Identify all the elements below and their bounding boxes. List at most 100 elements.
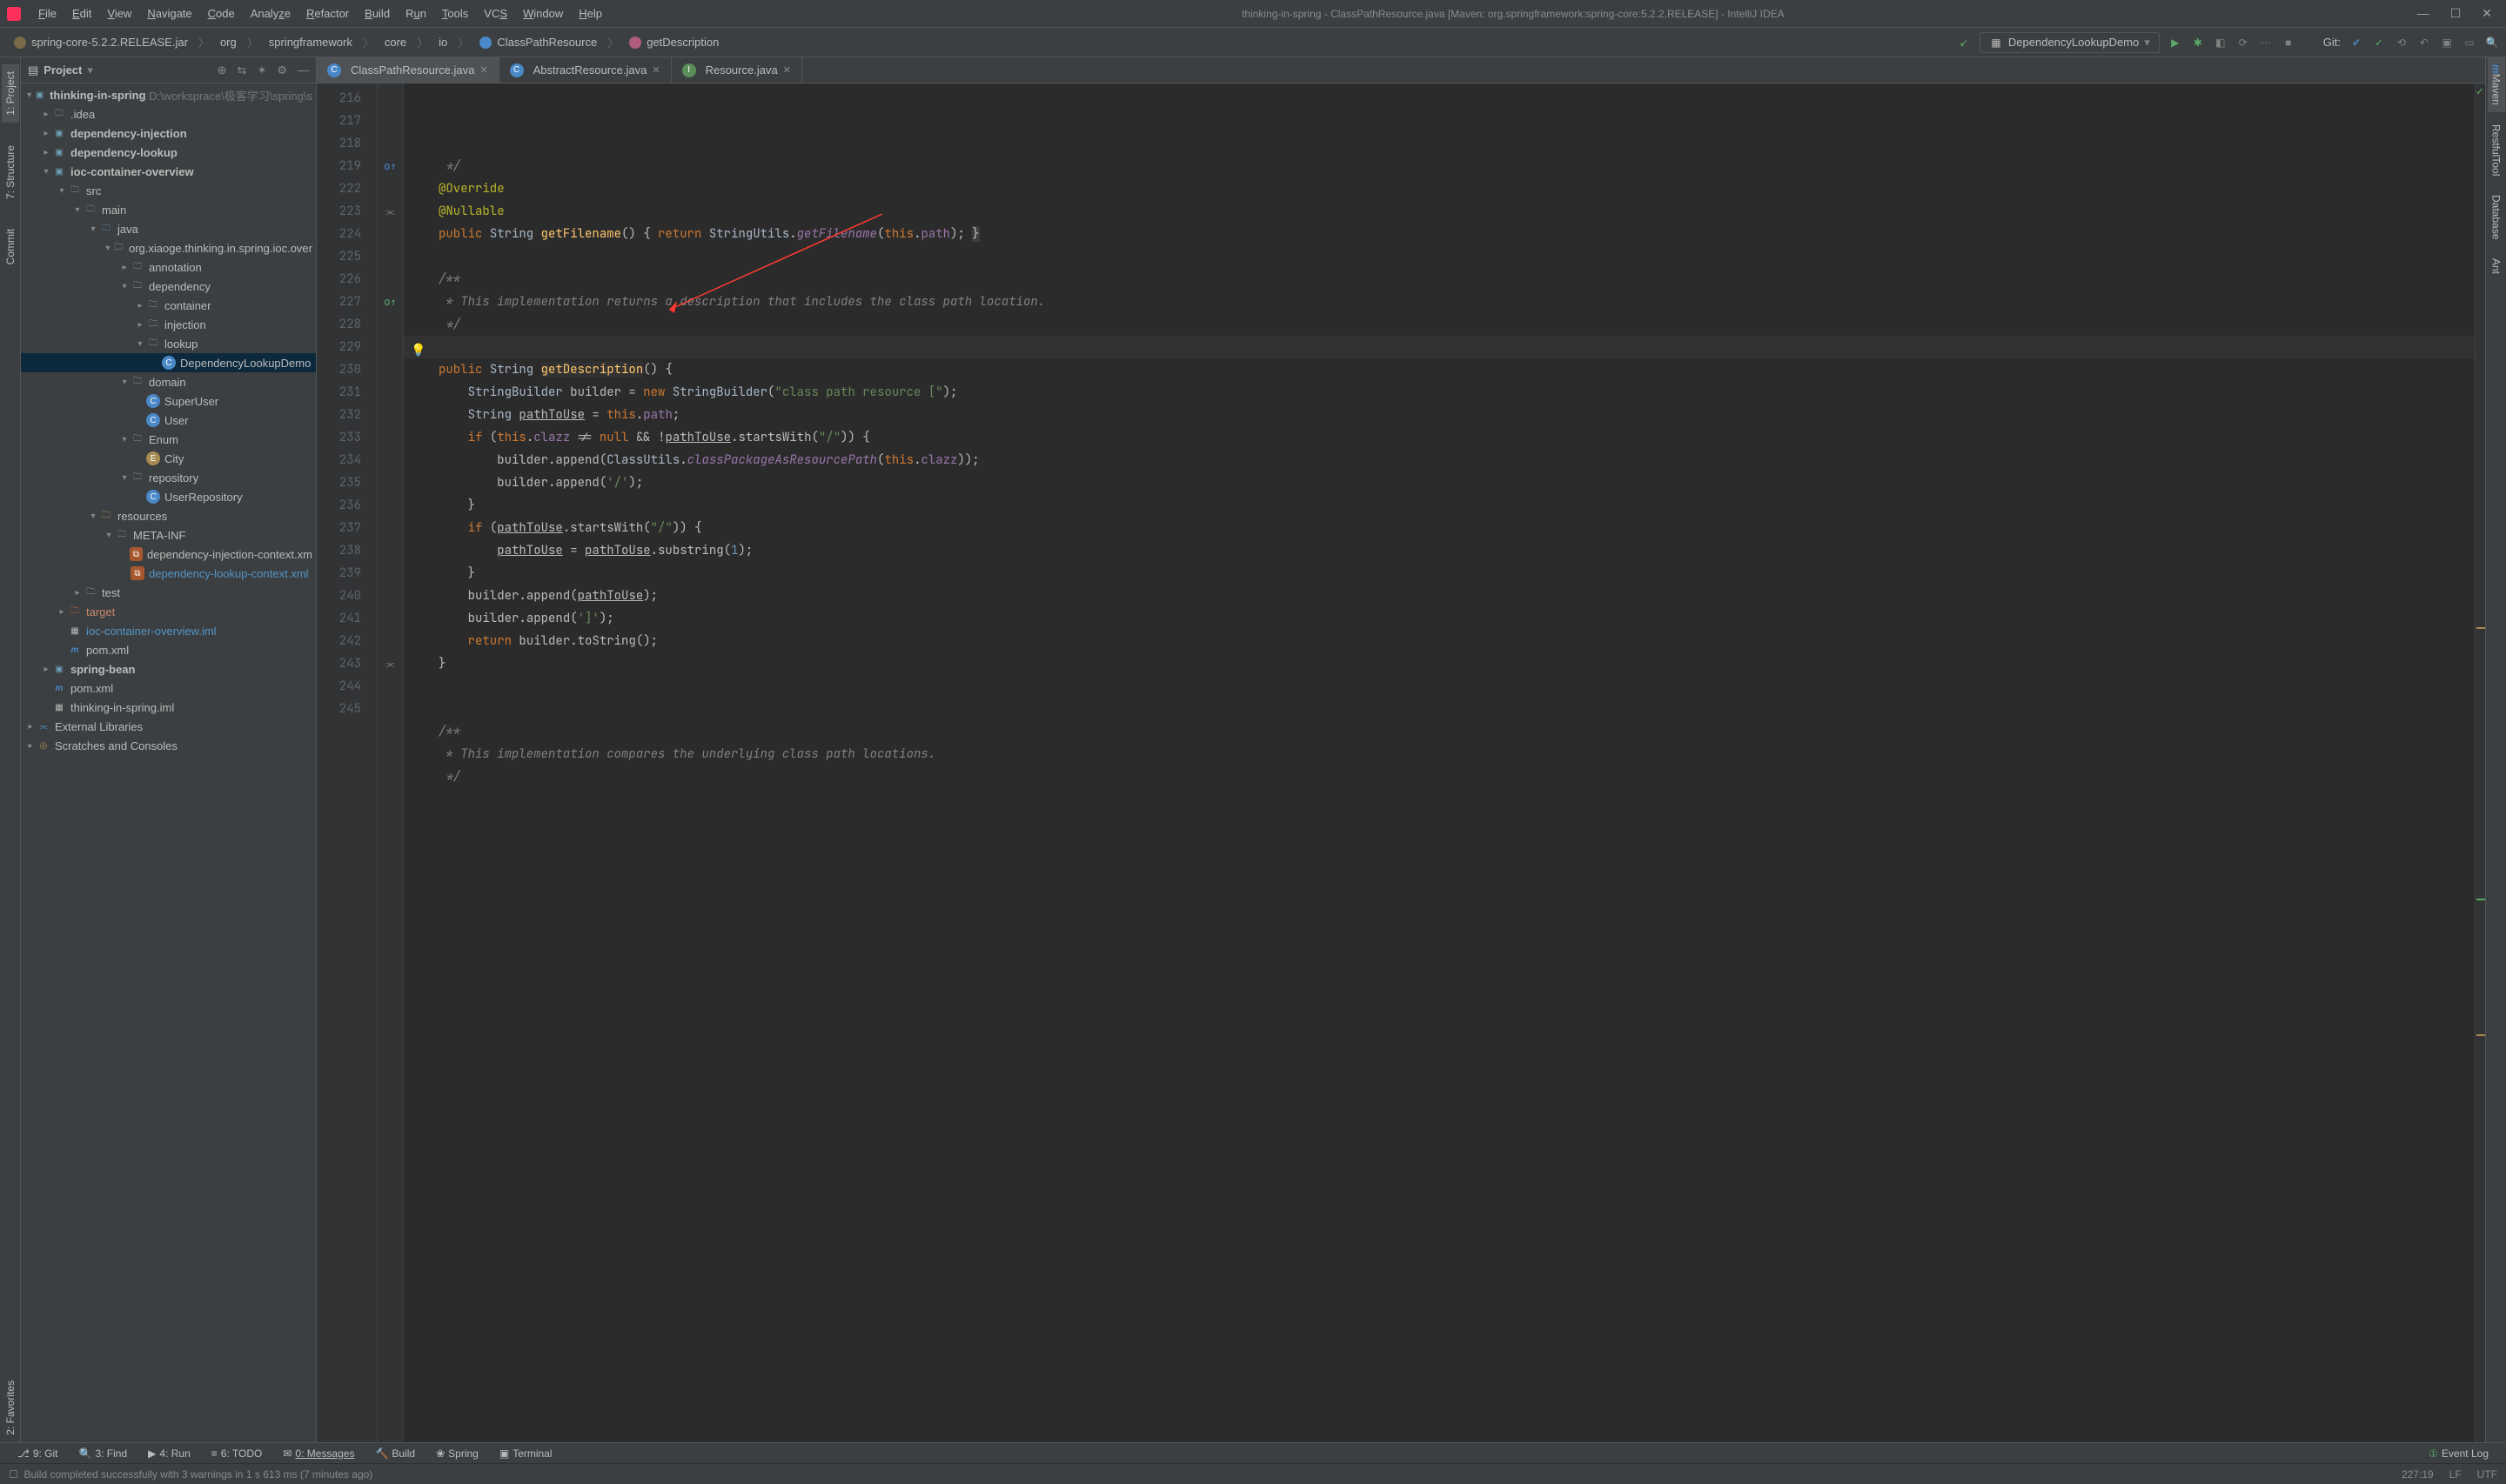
event-log[interactable]: ① Event Log bbox=[2420, 1446, 2497, 1461]
maximize-button[interactable]: ☐ bbox=[2450, 6, 2462, 21]
quick-list-icon[interactable]: ☐ bbox=[9, 1468, 18, 1481]
debug-button[interactable]: ✱ bbox=[2191, 36, 2205, 50]
menu-view[interactable]: View bbox=[100, 3, 138, 23]
tool-run[interactable]: ▶ 4: Run bbox=[139, 1446, 199, 1461]
git-history-icon[interactable]: ⟲ bbox=[2395, 36, 2409, 50]
tree-java[interactable]: 🗀java bbox=[21, 219, 316, 238]
close-icon[interactable]: ✕ bbox=[479, 64, 487, 76]
tab-classpathresource[interactable]: CClassPathResource.java✕ bbox=[317, 57, 499, 83]
project-tree[interactable]: ▣thinking-in-spring D:\worksprace\极客学习\s… bbox=[21, 84, 316, 1442]
close-button[interactable]: ✕ bbox=[2482, 6, 2492, 21]
tool-favorites[interactable]: 2: Favorites bbox=[2, 1374, 19, 1442]
menu-vcs[interactable]: VCS bbox=[477, 3, 514, 23]
code-editor[interactable]: 2162172182192222232242252262272282292302… bbox=[317, 84, 2485, 1442]
tree-resources[interactable]: 🗀resources bbox=[21, 506, 316, 525]
menu-code[interactable]: Code bbox=[201, 3, 242, 23]
tree-test[interactable]: 🗀test bbox=[21, 583, 316, 602]
menu-edit[interactable]: Edit bbox=[65, 3, 98, 23]
tree-src[interactable]: 🗀src bbox=[21, 181, 316, 200]
tree-container[interactable]: 🗀container bbox=[21, 296, 316, 315]
crumb-class[interactable]: ClassPathResource bbox=[472, 34, 604, 50]
tree-scratch[interactable]: ◎Scratches and Consoles bbox=[21, 736, 316, 755]
git-update-icon[interactable]: ✔ bbox=[2349, 36, 2363, 50]
tool-database[interactable]: Database bbox=[2488, 188, 2505, 246]
tree-enum[interactable]: 🗀Enum bbox=[21, 430, 316, 449]
tool-build[interactable]: 🔨 Build bbox=[366, 1446, 424, 1461]
git-commit-icon[interactable]: ✓ bbox=[2372, 36, 2386, 50]
tree-pom1[interactable]: mpom.xml bbox=[21, 640, 316, 659]
attach-button[interactable]: ⋯ bbox=[2259, 36, 2273, 50]
menu-build[interactable]: Build bbox=[358, 3, 397, 23]
tree-userrepo[interactable]: CUserRepository bbox=[21, 487, 316, 506]
tree-ioc[interactable]: ▣ioc-container-overview bbox=[21, 162, 316, 181]
crumb-method[interactable]: getDescription bbox=[622, 34, 726, 50]
collapse-icon[interactable]: ⇆ bbox=[238, 64, 247, 77]
caret-position[interactable]: 227:19 bbox=[2402, 1468, 2434, 1481]
crumb-sf[interactable]: springframework bbox=[262, 34, 359, 50]
tool-find[interactable]: 🔍 3: Find bbox=[70, 1446, 137, 1461]
tree-main[interactable]: 🗀main bbox=[21, 200, 316, 219]
git-revert-icon[interactable]: ↶ bbox=[2417, 36, 2431, 50]
tree-sb[interactable]: ▣spring-bean bbox=[21, 659, 316, 678]
tool-spring[interactable]: ❀ Spring bbox=[427, 1446, 487, 1461]
search-everywhere-icon[interactable]: 🔍 bbox=[2485, 36, 2499, 50]
close-icon[interactable]: ✕ bbox=[652, 64, 660, 76]
ide-updates-icon[interactable]: ▭ bbox=[2462, 36, 2476, 50]
tree-idea[interactable]: 🗀.idea bbox=[21, 104, 316, 124]
tree-metainf[interactable]: 🗀META-INF bbox=[21, 525, 316, 545]
tree-pom2[interactable]: mpom.xml bbox=[21, 678, 316, 698]
crumb-jar[interactable]: spring-core-5.2.2.RELEASE.jar bbox=[7, 34, 195, 50]
menu-tools[interactable]: Tools bbox=[435, 3, 475, 23]
tree-dl[interactable]: ▣dependency-lookup bbox=[21, 143, 316, 162]
run-config-selector[interactable]: ▦ DependencyLookupDemo ▾ bbox=[1980, 32, 2160, 53]
stop-button[interactable]: ■ bbox=[2282, 36, 2295, 50]
tool-ant[interactable]: Ant bbox=[2488, 251, 2505, 281]
tree-ext[interactable]: ⫘External Libraries bbox=[21, 717, 316, 736]
git-push-icon[interactable]: ▣ bbox=[2440, 36, 2454, 50]
run-button[interactable]: ▶ bbox=[2168, 36, 2182, 50]
menu-navigate[interactable]: Navigate bbox=[140, 3, 198, 23]
file-encoding[interactable]: UTF bbox=[2477, 1468, 2497, 1481]
menu-file[interactable]: FFileile bbox=[31, 3, 64, 23]
tool-restful[interactable]: RestfulTool bbox=[2488, 117, 2505, 183]
menu-refactor[interactable]: Refactor bbox=[299, 3, 356, 23]
tree-user[interactable]: CUser bbox=[21, 411, 316, 430]
tab-resource[interactable]: IResource.java✕ bbox=[672, 57, 802, 83]
tool-maven[interactable]: mMaven bbox=[2488, 57, 2505, 112]
line-separator[interactable]: LF bbox=[2449, 1468, 2462, 1481]
tree-target[interactable]: 🗀target bbox=[21, 602, 316, 621]
tree-dependency[interactable]: 🗀dependency bbox=[21, 277, 316, 296]
close-icon[interactable]: ✕ bbox=[783, 64, 791, 76]
tree-city[interactable]: ECity bbox=[21, 449, 316, 468]
tree-superuser[interactable]: CSuperUser bbox=[21, 391, 316, 411]
tree-pkg[interactable]: 🗀org.xiaoge.thinking.in.spring.ioc.over bbox=[21, 238, 316, 257]
settings-icon[interactable]: ✶ bbox=[257, 64, 266, 77]
hide-icon[interactable]: — bbox=[298, 64, 309, 77]
tool-git[interactable]: ⎇ 9: Git bbox=[9, 1446, 67, 1461]
minimize-button[interactable]: — bbox=[2417, 6, 2429, 21]
tool-messages[interactable]: ✉ 0: Messages bbox=[274, 1446, 363, 1461]
profile-button[interactable]: ⟳ bbox=[2236, 36, 2250, 50]
tool-project[interactable]: 1: Project bbox=[2, 64, 19, 123]
tree-root[interactable]: ▣thinking-in-spring D:\worksprace\极客学习\s… bbox=[21, 85, 316, 104]
menu-run[interactable]: Run bbox=[399, 3, 433, 23]
tree-dld[interactable]: CDependencyLookupDemo bbox=[21, 353, 316, 372]
crumb-org[interactable]: org bbox=[213, 34, 244, 50]
code-content[interactable]: */ @Override @Nullable public String get… bbox=[404, 84, 2475, 1442]
crumb-core[interactable]: core bbox=[378, 34, 413, 50]
tree-dlcxml[interactable]: ⧉dependency-lookup-context.xml bbox=[21, 564, 316, 583]
menu-help[interactable]: Help bbox=[572, 3, 609, 23]
tree-di[interactable]: ▣dependency-injection bbox=[21, 124, 316, 143]
tab-abstractresource[interactable]: CAbstractResource.java✕ bbox=[499, 57, 672, 83]
tree-iml[interactable]: ▦ioc-container-overview.iml bbox=[21, 621, 316, 640]
error-stripe[interactable]: ✓ bbox=[2475, 84, 2485, 1442]
crumb-io[interactable]: io bbox=[432, 34, 454, 50]
tree-lookup[interactable]: 🗀lookup bbox=[21, 334, 316, 353]
tree-injection[interactable]: 🗀injection bbox=[21, 315, 316, 334]
tree-domain[interactable]: 🗀domain bbox=[21, 372, 316, 391]
menu-analyze[interactable]: Analyze bbox=[244, 3, 298, 23]
tool-commit[interactable]: Commit bbox=[2, 222, 19, 271]
locate-icon[interactable]: ⊕ bbox=[218, 64, 227, 77]
tree-annotation[interactable]: 🗀annotation bbox=[21, 257, 316, 277]
tree-iml2[interactable]: ▦thinking-in-spring.iml bbox=[21, 698, 316, 717]
